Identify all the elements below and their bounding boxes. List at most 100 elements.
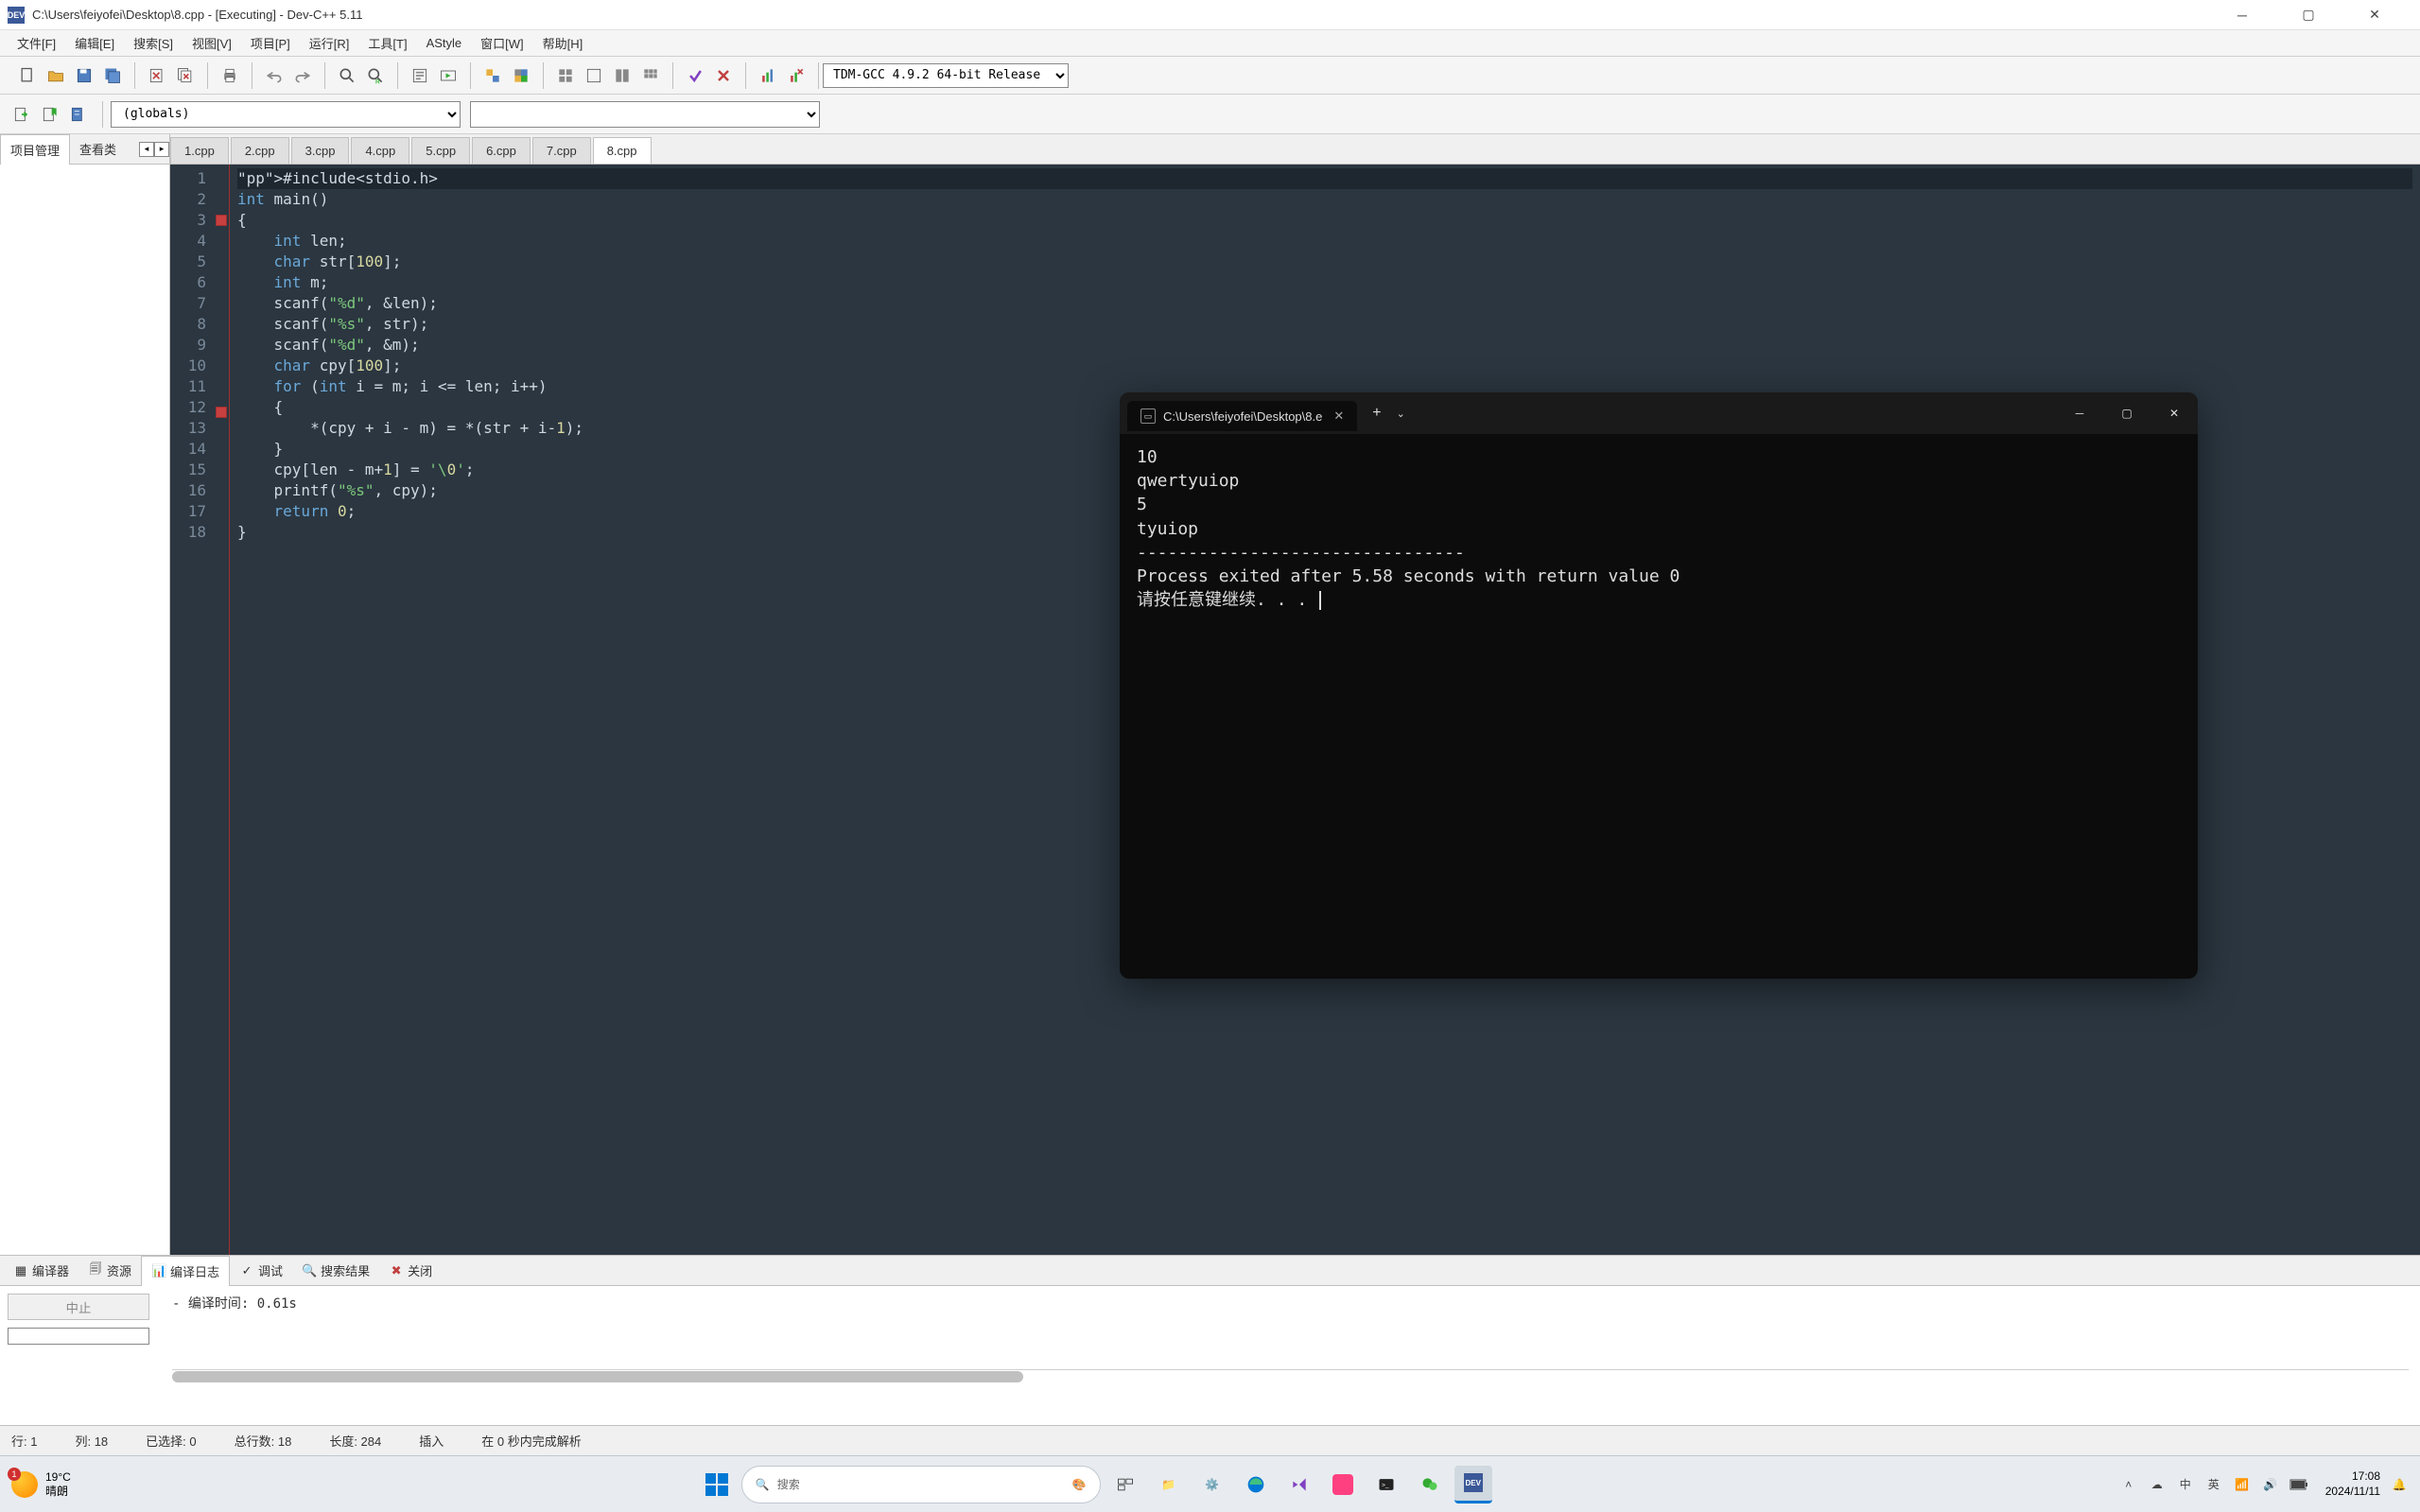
terminal-titlebar[interactable]: ▭ C:\Users\feiyofei\Desktop\8.e ✕ + ⌄ ─ … bbox=[1120, 392, 2198, 434]
status-line: 行: 1 bbox=[11, 1432, 37, 1450]
battery-icon[interactable] bbox=[2289, 1475, 2308, 1494]
project-tree[interactable] bbox=[0, 165, 169, 1255]
compile-button[interactable] bbox=[408, 63, 432, 88]
profile-button[interactable] bbox=[756, 63, 780, 88]
file-tab-7cpp[interactable]: 7.cpp bbox=[532, 137, 591, 164]
file-tab-3cpp[interactable]: 3.cpp bbox=[291, 137, 350, 164]
file-tab-4cpp[interactable]: 4.cpp bbox=[351, 137, 409, 164]
chart-icon: 📊 bbox=[151, 1263, 166, 1278]
menu-file[interactable]: 文件[F] bbox=[8, 30, 65, 56]
taskbar-search[interactable]: 🔍 搜索 🎨 bbox=[741, 1466, 1101, 1503]
new-file-button[interactable] bbox=[15, 63, 40, 88]
task-view-button[interactable] bbox=[1106, 1466, 1144, 1503]
debug-button[interactable] bbox=[683, 63, 707, 88]
file-tab-6cpp[interactable]: 6.cpp bbox=[472, 137, 531, 164]
tab-resource[interactable]: 🗐资源 bbox=[78, 1256, 141, 1285]
edge-button[interactable] bbox=[1237, 1466, 1275, 1503]
bookmark-button[interactable] bbox=[38, 102, 62, 127]
maximize-button[interactable]: ▢ bbox=[2289, 2, 2327, 28]
goto-button[interactable] bbox=[9, 102, 34, 127]
replace-button[interactable]: R bbox=[363, 63, 388, 88]
tab-project-management[interactable]: 项目管理 bbox=[0, 134, 70, 165]
tab-close[interactable]: ✖关闭 bbox=[379, 1256, 442, 1285]
wechat-button[interactable] bbox=[1411, 1466, 1449, 1503]
window-title: C:\Users\feiyofei\Desktop\8.cpp - [Execu… bbox=[32, 8, 2223, 22]
close-file-button[interactable] bbox=[145, 63, 169, 88]
wifi-icon[interactable]: 📶 bbox=[2233, 1475, 2252, 1494]
menu-edit[interactable]: 编辑[E] bbox=[65, 30, 124, 56]
find-button[interactable] bbox=[335, 63, 359, 88]
tab-compiler[interactable]: ▦编译器 bbox=[4, 1256, 78, 1285]
volume-icon[interactable]: 🔊 bbox=[2261, 1475, 2280, 1494]
tray-onedrive-icon[interactable]: ☁ bbox=[2148, 1475, 2167, 1494]
terminal-output[interactable]: 10 qwertyuiop 5 tyuiop -----------------… bbox=[1120, 434, 2198, 623]
menu-search[interactable]: 搜索[S] bbox=[124, 30, 183, 56]
compiler-select[interactable]: TDM-GCC 4.9.2 64-bit Release bbox=[823, 63, 1069, 88]
stop-debug-button[interactable] bbox=[711, 63, 736, 88]
panel-nav-right[interactable]: ▸ bbox=[154, 142, 169, 157]
explorer-button[interactable]: 📁 bbox=[1150, 1466, 1188, 1503]
save-all-button[interactable] bbox=[100, 63, 125, 88]
file-tab-5cpp[interactable]: 5.cpp bbox=[411, 137, 470, 164]
ime-lang1[interactable]: 中 bbox=[2176, 1475, 2195, 1494]
delete-profile-button[interactable] bbox=[784, 63, 809, 88]
menu-help[interactable]: 帮助[H] bbox=[533, 30, 593, 56]
terminal-button[interactable]: >_ bbox=[1367, 1466, 1405, 1503]
bookmark-list-button[interactable] bbox=[66, 102, 91, 127]
tab-search-results[interactable]: 🔍搜索结果 bbox=[292, 1256, 379, 1285]
terminal-dropdown[interactable]: ⌄ bbox=[1397, 408, 1405, 420]
visual-studio-button[interactable] bbox=[1280, 1466, 1318, 1503]
tab-compile-log[interactable]: 📊编译日志 bbox=[141, 1256, 230, 1286]
menu-window[interactable]: 窗口[W] bbox=[471, 30, 533, 56]
open-file-button[interactable] bbox=[44, 63, 68, 88]
terminal-tab-close[interactable]: ✕ bbox=[1333, 408, 1344, 424]
tray-chevron-icon[interactable]: ˄ bbox=[2119, 1475, 2138, 1494]
menu-astyle[interactable]: AStyle bbox=[417, 32, 472, 54]
weather-widget[interactable]: 1 19°C 晴朗 bbox=[11, 1470, 71, 1498]
stop-button[interactable]: 中止 bbox=[8, 1294, 149, 1320]
start-button[interactable] bbox=[698, 1466, 736, 1503]
app-pink-button[interactable] bbox=[1324, 1466, 1362, 1503]
menu-project[interactable]: 项目[P] bbox=[241, 30, 300, 56]
print-button[interactable] bbox=[218, 63, 242, 88]
tb-grid3-button[interactable] bbox=[610, 63, 635, 88]
file-tab-1cpp[interactable]: 1.cpp bbox=[170, 137, 229, 164]
settings-button[interactable]: ⚙️ bbox=[1193, 1466, 1231, 1503]
tab-debug[interactable]: ✓调试 bbox=[230, 1256, 292, 1285]
close-all-button[interactable] bbox=[173, 63, 198, 88]
scrollbar-thumb[interactable] bbox=[172, 1371, 1023, 1382]
clock[interactable]: 17:08 2024/11/11 bbox=[2325, 1469, 2380, 1499]
redo-button[interactable] bbox=[290, 63, 315, 88]
ime-lang2[interactable]: 英 bbox=[2204, 1475, 2223, 1494]
menu-run[interactable]: 运行[R] bbox=[300, 30, 359, 56]
file-tab-2cpp[interactable]: 2.cpp bbox=[231, 137, 289, 164]
terminal-maximize[interactable]: ▢ bbox=[2103, 392, 2150, 434]
windows-logo-icon bbox=[705, 1473, 728, 1496]
tb-grid1-button[interactable] bbox=[553, 63, 578, 88]
tb-grid2-button[interactable] bbox=[582, 63, 606, 88]
grid-icon: ▦ bbox=[13, 1263, 28, 1278]
terminal-cursor bbox=[1319, 591, 1321, 610]
rebuild-button[interactable] bbox=[509, 63, 533, 88]
close-button[interactable]: ✕ bbox=[2356, 2, 2394, 28]
terminal-minimize[interactable]: ─ bbox=[2056, 392, 2103, 434]
panel-nav-left[interactable]: ◂ bbox=[139, 142, 154, 157]
menu-view[interactable]: 视图[V] bbox=[183, 30, 241, 56]
terminal-add-tab[interactable]: + bbox=[1372, 405, 1381, 422]
devcpp-button[interactable]: DEV bbox=[1454, 1466, 1492, 1503]
member-select[interactable] bbox=[470, 101, 820, 128]
minimize-button[interactable]: ─ bbox=[2223, 2, 2261, 28]
terminal-tab[interactable]: ▭ C:\Users\feiyofei\Desktop\8.e ✕ bbox=[1127, 401, 1357, 431]
terminal-close[interactable]: ✕ bbox=[2150, 392, 2198, 434]
run-button[interactable] bbox=[436, 63, 461, 88]
menu-tools[interactable]: 工具[T] bbox=[358, 30, 416, 56]
tab-class-view[interactable]: 查看类 bbox=[70, 134, 126, 164]
save-button[interactable] bbox=[72, 63, 96, 88]
scope-select[interactable]: (globals) bbox=[111, 101, 461, 128]
undo-button[interactable] bbox=[262, 63, 287, 88]
compile-run-button[interactable] bbox=[480, 63, 505, 88]
notifications-icon[interactable]: 🔔 bbox=[2390, 1475, 2409, 1494]
file-tab-8cpp[interactable]: 8.cpp bbox=[593, 137, 652, 164]
terminal-tab-title: C:\Users\feiyofei\Desktop\8.e bbox=[1163, 409, 1322, 424]
tb-grid4-button[interactable] bbox=[638, 63, 663, 88]
